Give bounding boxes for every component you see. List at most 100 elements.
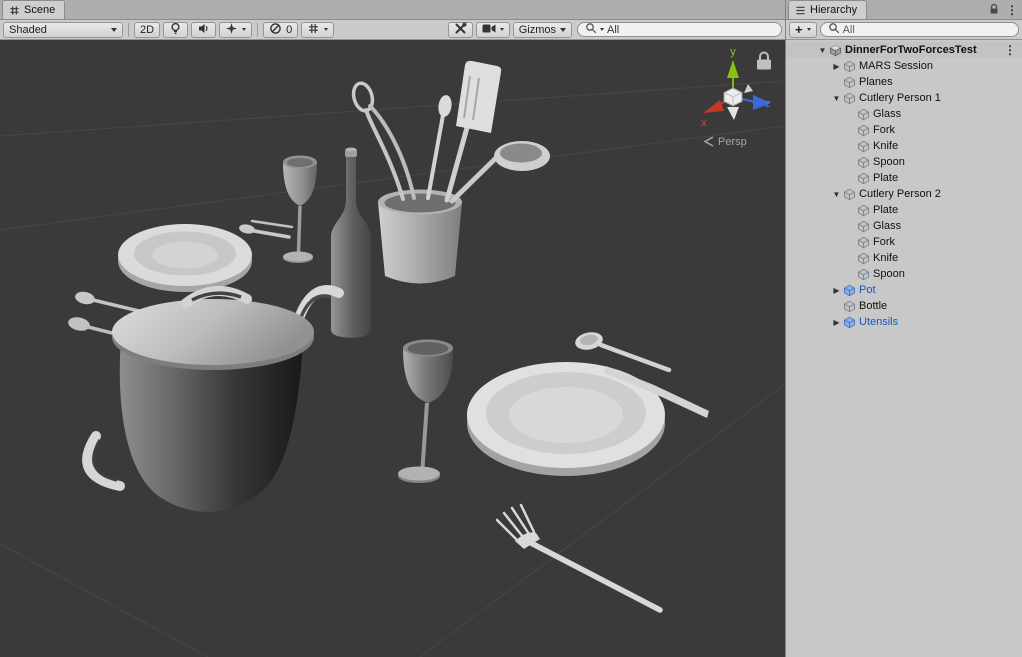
wine-glass-front-object[interactable] (398, 340, 453, 484)
hierarchy-item-cutlery-person-2[interactable]: ▼ Cutlery Person 2 (786, 186, 1022, 202)
foldout-collapsed-icon[interactable]: ▶ (830, 318, 843, 327)
indent-spacer (786, 82, 830, 83)
axis-x-label: x (701, 117, 707, 129)
hierarchy-item-planes[interactable]: Planes (786, 74, 1022, 90)
hierarchy-tabstrip: Hierarchy ⋮ (786, 0, 1022, 20)
audio-toggle-button[interactable] (191, 22, 216, 38)
hierarchy-item-knife[interactable]: Knife (786, 250, 1022, 266)
scene-search-field[interactable]: All (577, 22, 782, 37)
hierarchy-item-label: Cutlery Person 2 (856, 188, 941, 200)
pot-object[interactable] (87, 290, 339, 512)
hierarchy-item-fork[interactable]: Fork (786, 234, 1022, 250)
gameobject-icon (843, 60, 856, 73)
indent-spacer (786, 322, 830, 323)
hierarchy-item-spoon[interactable]: Spoon (786, 154, 1022, 170)
wine-bottle-object[interactable] (331, 148, 371, 339)
hierarchy-item-fork[interactable]: Fork (786, 122, 1022, 138)
hierarchy-tab[interactable]: Hierarchy (788, 0, 867, 19)
gameobject-icon (843, 300, 856, 313)
indent-spacer (786, 114, 844, 115)
gameobject-icon (857, 252, 870, 265)
panel-lock-icon[interactable] (988, 3, 1000, 18)
indent-spacer (786, 290, 830, 291)
gameobject-icon (857, 124, 870, 137)
hierarchy-item-glass[interactable]: Glass (786, 106, 1022, 122)
gameobject-icon (857, 236, 870, 249)
hidden-objects-button[interactable]: 0 (263, 22, 298, 38)
grid-icon (307, 22, 320, 38)
effects-dropdown-button[interactable] (219, 22, 252, 38)
hierarchy-item-cutlery-person-1[interactable]: ▼Cutlery Person 1 (786, 90, 1022, 106)
scene-viewport[interactable]: y z x Persp (0, 40, 785, 657)
gizmos-dropdown[interactable]: Gizmos (513, 22, 572, 38)
hierarchy-item-label: Glass (870, 108, 901, 120)
hierarchy-item-label: Pot (856, 284, 876, 296)
chevron-down-icon (500, 28, 504, 31)
hierarchy-item-pot[interactable]: ▶ Pot (786, 282, 1022, 298)
hierarchy-item-glass[interactable]: Glass (786, 218, 1022, 234)
shading-mode-dropdown[interactable]: Shaded (3, 22, 123, 38)
indent-spacer (786, 178, 844, 179)
speaker-icon (197, 22, 210, 38)
hierarchy-item-knife[interactable]: Knife (786, 138, 1022, 154)
hierarchy-tree: ▼DinnerForTwoForcesTest⋮ ▶ MARS Session Pla… (786, 40, 1022, 657)
hierarchy-item-bottle[interactable]: Bottle (786, 298, 1022, 314)
foldout-collapsed-icon[interactable]: ▶ (830, 62, 843, 71)
indent-spacer (786, 98, 830, 99)
cutlery-top-object[interactable] (238, 221, 292, 237)
scene-tab[interactable]: Scene (2, 0, 65, 19)
indent-spacer (786, 242, 844, 243)
plate-left-object[interactable] (118, 224, 252, 292)
scene-options-kebab-icon[interactable]: ⋮ (1004, 43, 1016, 57)
chevron-down-icon (242, 28, 246, 31)
hierarchy-item-label: Bottle (856, 300, 887, 312)
indent-spacer (786, 130, 844, 131)
hierarchy-item-label: Planes (856, 76, 893, 88)
indent-spacer (786, 146, 844, 147)
viewport-lock-icon[interactable] (757, 53, 771, 70)
2d-toggle-button[interactable]: 2D (134, 22, 160, 38)
fork-bottom-object[interactable] (497, 505, 660, 610)
lighting-toggle-button[interactable] (163, 22, 188, 38)
foldout-collapsed-icon[interactable]: ▶ (830, 286, 843, 295)
gameobject-icon (857, 268, 870, 281)
gameobject-icon (857, 172, 870, 185)
camera-dropdown-button[interactable] (476, 22, 510, 38)
panel-menu-kebab-icon[interactable]: ⋮ (1006, 4, 1018, 16)
gameobject-icon (857, 156, 870, 169)
foldout-expanded-icon[interactable]: ▼ (830, 94, 843, 103)
hierarchy-item-plate[interactable]: Plate (786, 170, 1022, 186)
hierarchy-search-field[interactable]: All (820, 22, 1019, 37)
search-filter-chevron-icon (600, 28, 604, 31)
hierarchy-item-dinnerfortwoforcestest[interactable]: ▼DinnerForTwoForcesTest⋮ (786, 42, 1022, 58)
hierarchy-item-plate[interactable]: Plate (786, 202, 1022, 218)
hierarchy-item-label: MARS Session (856, 60, 933, 72)
chevron-down-icon (324, 28, 328, 31)
hierarchy-item-spoon[interactable]: Spoon (786, 266, 1022, 282)
gameobject-icon (857, 140, 870, 153)
create-add-dropdown[interactable]: + (789, 22, 817, 38)
axis-x-cone[interactable] (703, 100, 724, 113)
shading-mode-label: Shaded (9, 24, 47, 36)
scene-panel: Scene Shaded 2D (0, 0, 785, 657)
hierarchy-item-label: Glass (870, 220, 901, 232)
gameobject-icon (843, 188, 856, 201)
foldout-expanded-icon[interactable]: ▼ (816, 46, 829, 55)
utensil-cup-object[interactable] (378, 190, 462, 284)
grid-visibility-dropdown[interactable] (301, 22, 334, 38)
axis-negative-cone[interactable] (727, 107, 739, 120)
hierarchy-item-mars-session[interactable]: ▶ MARS Session (786, 58, 1022, 74)
axis-negative-cone[interactable] (744, 84, 753, 93)
axis-y-cone[interactable] (727, 60, 739, 78)
hidden-count-label: 0 (286, 24, 292, 36)
foldout-expanded-icon[interactable]: ▼ (830, 190, 843, 199)
prefab-icon (843, 316, 856, 329)
lightbulb-icon (169, 22, 182, 38)
tools-button[interactable] (448, 22, 473, 38)
projection-toggle[interactable]: Persp (705, 136, 747, 148)
indent-spacer (786, 162, 844, 163)
indent-spacer (786, 274, 844, 275)
hierarchy-item-utensils[interactable]: ▶Utensils (786, 314, 1022, 330)
axis-y-label: y (730, 46, 736, 58)
wine-glass-back-object[interactable] (283, 156, 317, 264)
